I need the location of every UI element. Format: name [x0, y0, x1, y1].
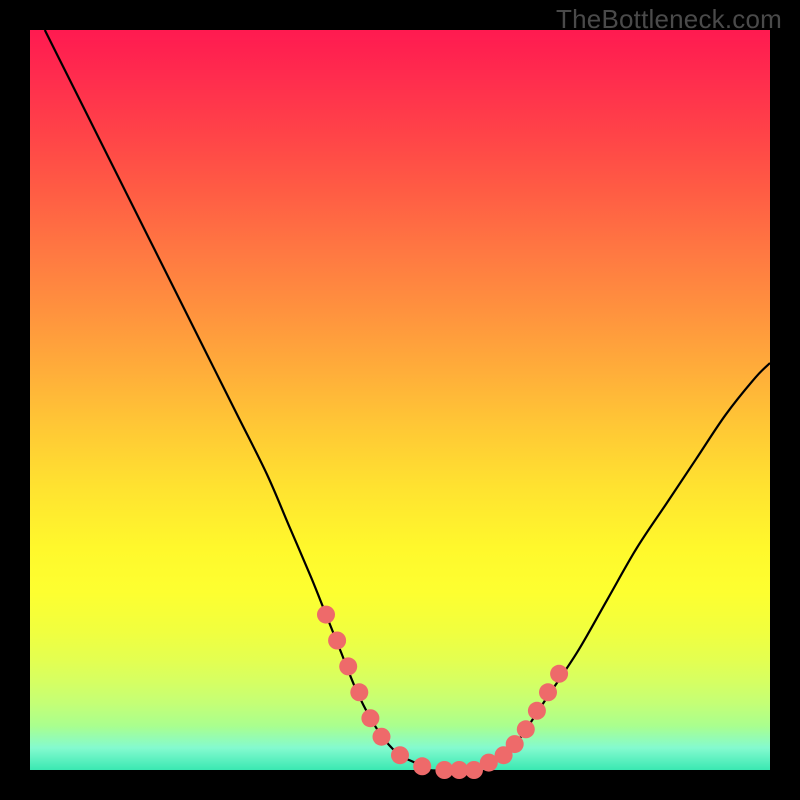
marker-dot	[373, 728, 391, 746]
marker-dot	[528, 702, 546, 720]
curve-svg	[30, 30, 770, 770]
marker-dot	[350, 683, 368, 701]
marker-dot	[361, 709, 379, 727]
marker-dot	[517, 720, 535, 738]
watermark-text: TheBottleneck.com	[556, 4, 782, 35]
marker-dot	[413, 757, 431, 775]
marker-dot	[506, 735, 524, 753]
marker-dot	[328, 632, 346, 650]
chart-frame: TheBottleneck.com	[0, 0, 800, 800]
marker-dot	[317, 606, 335, 624]
plot-area	[30, 30, 770, 770]
highlight-markers	[317, 606, 568, 779]
bottleneck-curve	[45, 30, 770, 771]
marker-dot	[391, 746, 409, 764]
marker-dot	[550, 665, 568, 683]
marker-dot	[539, 683, 557, 701]
marker-dot	[339, 657, 357, 675]
